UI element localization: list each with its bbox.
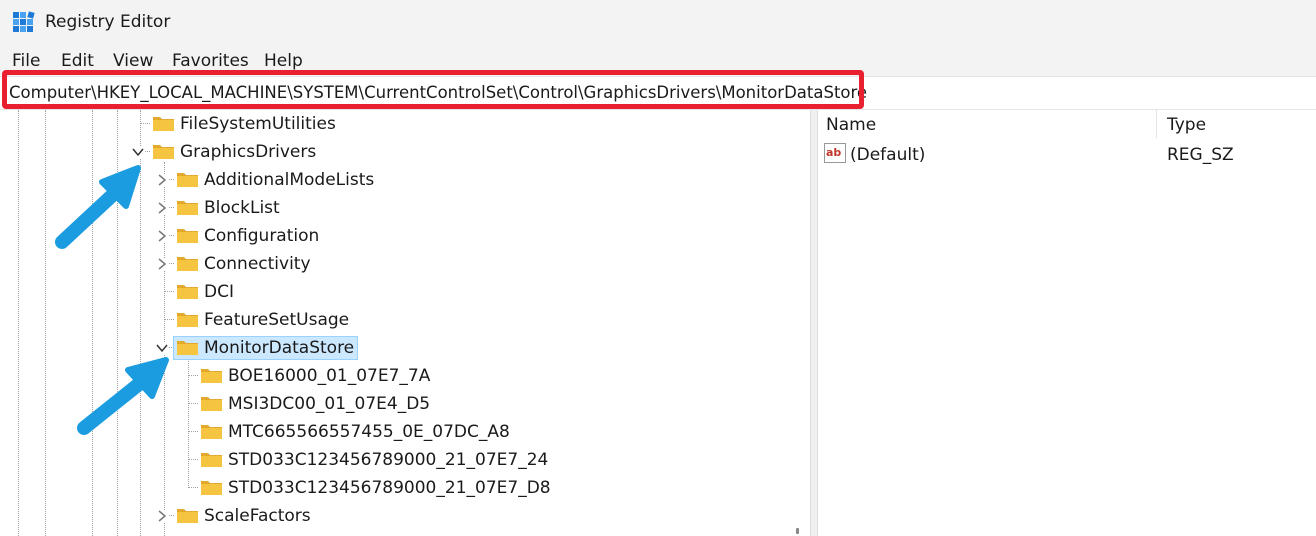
tree-scrollbar[interactable]: [787, 110, 809, 536]
tree-item-label: STD033C123456789000_21_07E7_24: [228, 450, 549, 470]
tree-item-label: Configuration: [204, 226, 320, 246]
menu-edit[interactable]: Edit: [61, 51, 94, 71]
tree-item[interactable]: AdditionalModeLists: [201, 166, 377, 194]
folder-icon: [153, 117, 174, 131]
tree-item[interactable]: FileSystemUtilities: [177, 110, 339, 138]
column-header-name[interactable]: Name: [826, 115, 876, 135]
tree-connector: [188, 375, 198, 376]
menu-file[interactable]: File: [12, 51, 40, 71]
tree-item[interactable]: DCI: [201, 278, 237, 306]
tree-connector: [188, 487, 198, 488]
folder-icon: [153, 145, 174, 159]
tree-item[interactable]: STD033C123456789000_21_07E7_24: [225, 446, 551, 474]
folder-icon: [177, 173, 198, 187]
folder-icon: [177, 341, 198, 355]
string-value-icon: ab: [824, 143, 846, 163]
column-header-type[interactable]: Type: [1167, 115, 1206, 135]
tree-item-label: AdditionalModeLists: [204, 170, 375, 190]
folder-icon: [177, 285, 198, 299]
tree-connector: [188, 459, 198, 460]
folder-icon: [201, 481, 222, 495]
folder-icon: [201, 397, 222, 411]
folder-icon: [177, 313, 198, 327]
tree-item-label: ScaleFactors: [204, 506, 311, 526]
tree-connector: [164, 291, 174, 292]
tree-item[interactable]: BlockList: [201, 194, 283, 222]
svg-text:ab: ab: [826, 146, 841, 159]
tree-item-label: DCI: [204, 282, 234, 302]
tree-guide-line: [188, 358, 189, 486]
column-separator[interactable]: [1156, 110, 1157, 138]
chevron-right-icon[interactable]: [156, 258, 168, 270]
tree-guide-line: [18, 110, 19, 536]
tree-item-label: STD033C123456789000_21_07E7_D8: [228, 478, 551, 498]
pane-splitter[interactable]: [810, 110, 818, 536]
menu-view[interactable]: View: [113, 51, 153, 71]
chevron-right-icon[interactable]: [156, 202, 168, 214]
tree-item-label: BOE16000_01_07E7_7A: [228, 366, 431, 386]
tree-item[interactable]: MSI3DC00_01_07E4_D5: [225, 390, 433, 418]
tree-item-label: MSI3DC00_01_07E4_D5: [228, 394, 431, 414]
folder-icon: [201, 453, 222, 467]
tree-item-label: MTC665566557455_0E_07DC_A8: [228, 422, 510, 442]
chevron-right-icon[interactable]: [156, 174, 168, 186]
tree-item-label: Connectivity: [204, 254, 311, 274]
menu-help[interactable]: Help: [264, 51, 303, 71]
tree-item[interactable]: BOE16000_01_07E7_7A: [225, 362, 433, 390]
address-highlight-box: [2, 70, 864, 109]
tree-item-label: MonitorDataStore: [173, 336, 359, 360]
tree-item[interactable]: MonitorDataStore: [173, 334, 359, 362]
folder-icon: [177, 201, 198, 215]
window-title: Registry Editor: [45, 12, 171, 32]
tree-item-label: BlockList: [204, 198, 280, 218]
chevron-right-icon[interactable]: [156, 230, 168, 242]
tree-connector: [188, 403, 198, 404]
folder-icon: [201, 425, 222, 439]
tree-item[interactable]: MTC665566557455_0E_07DC_A8: [225, 418, 513, 446]
tree-item-label: FileSystemUtilities: [180, 114, 336, 134]
registry-editor-icon: [13, 11, 35, 32]
tree-item-label: GraphicsDrivers: [180, 142, 317, 162]
folder-icon: [177, 257, 198, 271]
annotation-arrow-graphicsdrivers: [55, 165, 141, 249]
tree-item[interactable]: FeatureSetUsage: [201, 306, 352, 334]
tree-connector: [188, 431, 198, 432]
tree-item[interactable]: Connectivity: [201, 250, 314, 278]
tree-guide-line: [45, 110, 46, 536]
folder-icon: [177, 229, 198, 243]
tree-item[interactable]: Configuration: [201, 222, 322, 250]
folder-icon: [201, 369, 222, 383]
tree-item-label: FeatureSetUsage: [204, 310, 350, 330]
values-pane[interactable]: Name Type ab (Default) REG_SZ: [818, 110, 1316, 536]
tree-item[interactable]: GraphicsDrivers: [177, 138, 319, 166]
value-name-default[interactable]: (Default): [850, 145, 925, 165]
chevron-down-icon[interactable]: [132, 146, 144, 158]
folder-icon: [177, 509, 198, 523]
menu-favorites[interactable]: Favorites: [172, 51, 249, 71]
title-bar: Registry Editor: [0, 0, 1316, 46]
tree-connector: [164, 319, 174, 320]
tree-connector: [140, 123, 150, 124]
value-type-default: REG_SZ: [1167, 145, 1234, 165]
tree-item[interactable]: STD033C123456789000_21_07E7_D8: [225, 474, 554, 502]
chevron-right-icon[interactable]: [156, 510, 168, 522]
tree-item[interactable]: ScaleFactors: [201, 502, 314, 530]
annotation-arrow-monitordatastore: [77, 357, 169, 435]
